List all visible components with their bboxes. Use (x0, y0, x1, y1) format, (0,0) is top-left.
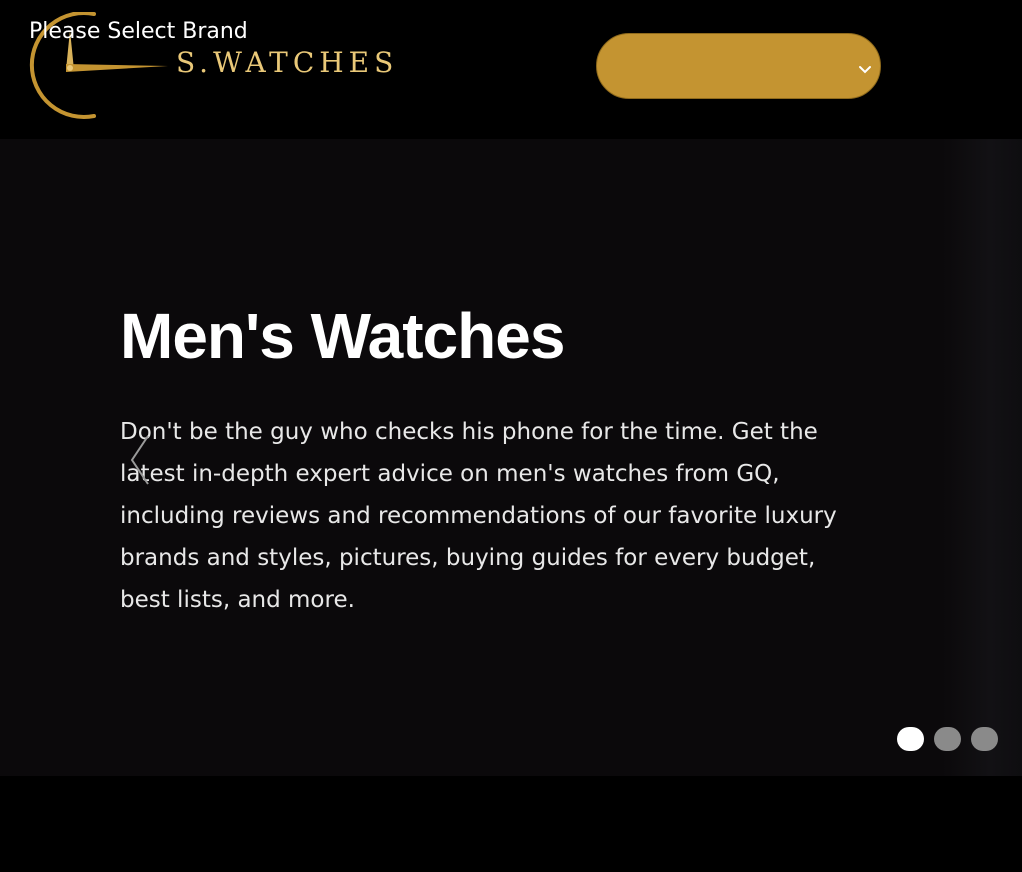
carousel-dot-3[interactable] (971, 727, 998, 751)
carousel-indicators (897, 727, 998, 751)
chevron-down-icon (858, 60, 872, 74)
carousel-dot-2[interactable] (934, 727, 961, 751)
brand-name[interactable]: S.WATCHES (176, 46, 398, 79)
brand-select-label: Please Select Brand (29, 19, 248, 44)
site-header: S.WATCHES Please Select Brand (0, 0, 1022, 139)
hero-carousel: Men's Watches Don't be the guy who check… (0, 139, 1022, 776)
brand-select-dropdown[interactable] (596, 33, 881, 99)
hero-title: Men's Watches (120, 300, 565, 372)
page-footer-area (0, 776, 1022, 872)
hero-description: Don't be the guy who checks his phone fo… (120, 419, 837, 613)
next-slide-edge (942, 139, 1022, 776)
carousel-dot-1[interactable] (897, 727, 924, 751)
chevron-left-icon[interactable] (128, 432, 152, 488)
